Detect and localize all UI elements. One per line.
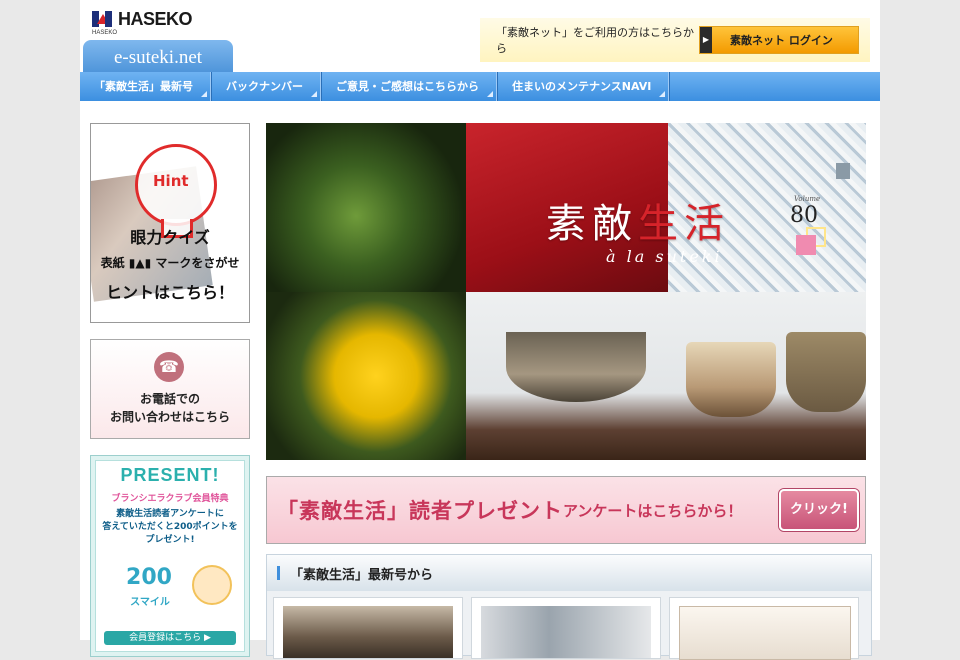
photo-bowls bbox=[466, 292, 866, 460]
present-body-2: 答えていただくと200ポイントを bbox=[102, 522, 238, 532]
photo-plant bbox=[266, 123, 466, 292]
click-button[interactable]: クリック! bbox=[779, 489, 859, 531]
reader-present-banner[interactable]: 「素敵生活」読者プレゼント アンケートはこちらから！ クリック! bbox=[266, 476, 866, 544]
hero-volume-label: Volume bbox=[794, 195, 821, 203]
present-inner: PRESENT! ブランシエラクラブ会員特典 素敵生活読者アンケートに 答えてい… bbox=[95, 460, 245, 652]
hint-line-1: 眼力クイズ bbox=[130, 228, 210, 247]
haseko-small-mark-icon bbox=[836, 163, 850, 179]
article-card[interactable] bbox=[669, 597, 859, 660]
section-title: 「素敵生活」最新号から bbox=[290, 567, 434, 583]
hint-line-3: ヒントはこちら！ bbox=[105, 283, 234, 302]
phone-contact-banner[interactable]: ☎ お電話での お問い合わせはこちら bbox=[90, 339, 250, 439]
corner-triangle-icon bbox=[659, 91, 666, 97]
login-box: 「素敵ネット」をご利用の方はこちらから ▶ 素敵ネット ログイン bbox=[480, 18, 870, 62]
nav-item-label: 「素敵生活」最新号 bbox=[94, 80, 193, 93]
brand-sub: HASEKO bbox=[92, 30, 118, 36]
present-unit: スマイル bbox=[130, 597, 170, 608]
hint-line-2: 表紙 ▮▲▮ マークをさがせ bbox=[100, 256, 240, 270]
present-body-1: 素敵生活読者アンケートに bbox=[116, 509, 224, 519]
cup-image bbox=[686, 342, 776, 417]
cup-image bbox=[786, 332, 866, 412]
article-thumbnail bbox=[679, 606, 851, 660]
hint-word: Hint bbox=[153, 172, 189, 190]
section-header: 「素敵生活」最新号から bbox=[267, 555, 871, 591]
corner-triangle-icon bbox=[487, 91, 493, 97]
section-bar-icon bbox=[277, 566, 280, 580]
hero-volume: 80 bbox=[790, 203, 818, 228]
nav-item-feedback[interactable]: ご意見・ご感想はこちらから bbox=[322, 72, 498, 101]
present-body: 素敵生活読者アンケートに 答えていただくと200ポイントを プレゼント! bbox=[96, 508, 244, 547]
present-subtitle: ブランシエラクラブ会員特典 bbox=[111, 494, 229, 504]
nav-item-label: ご意見・ご感想はこちらから bbox=[336, 80, 479, 93]
nav-item-backnumber[interactable]: バックナンバー bbox=[212, 72, 322, 101]
register-button[interactable]: 会員登録はこちら ▶ bbox=[104, 631, 236, 645]
decor-square-pink bbox=[796, 235, 816, 255]
bowl-image bbox=[506, 332, 646, 402]
hero-title-a: 素敵 bbox=[546, 201, 638, 247]
hero-title: 素敵生活 bbox=[546, 191, 730, 249]
nav-item-label: 住まいのメンテナンスNAVI bbox=[512, 80, 652, 93]
hint-banner[interactable]: Hint 眼力クイズ 表紙 ▮▲▮ マークをさがせ ヒントはこちら！ bbox=[90, 123, 250, 323]
hero-title-b: 生活 bbox=[638, 201, 730, 247]
article-card[interactable] bbox=[273, 597, 463, 659]
article-cards bbox=[273, 597, 859, 660]
hero-cover: 素敵生活 à la suteki Volume 80 bbox=[266, 123, 866, 460]
nav-item-latest[interactable]: 「素敵生活」最新号 bbox=[80, 72, 212, 101]
latest-issue-section: 「素敵生活」最新号から bbox=[266, 554, 872, 660]
arrow-right-icon: ▶ bbox=[700, 27, 712, 53]
photo-calla-lily bbox=[266, 292, 466, 460]
article-thumbnail bbox=[283, 606, 453, 658]
page: HASEKO HASEKO e-suteki.net 「素敵ネット」をご利用の方… bbox=[80, 0, 880, 660]
article-card[interactable] bbox=[471, 597, 661, 659]
article-thumbnail bbox=[481, 606, 651, 658]
haseko-mark-icon bbox=[92, 8, 114, 30]
main-nav: 「素敵生活」最新号 バックナンバー ご意見・ご感想はこちらから 住まいのメンテナ… bbox=[80, 72, 880, 101]
present-banner-side[interactable]: PRESENT! ブランシエラクラブ会員特典 素敵生活読者アンケートに 答えてい… bbox=[90, 455, 250, 657]
banner-sub-text: アンケートはこちらから！ bbox=[563, 502, 743, 520]
site-tab[interactable]: e-suteki.net bbox=[83, 40, 233, 72]
haseko-logo[interactable]: HASEKO bbox=[92, 8, 193, 30]
present-points: 200 bbox=[126, 565, 172, 590]
corner-triangle-icon bbox=[311, 91, 317, 97]
phone-line-1: お電話での bbox=[139, 392, 200, 406]
character-icon bbox=[192, 565, 232, 605]
corner-triangle-icon bbox=[201, 91, 207, 97]
present-title: PRESENT! bbox=[120, 465, 220, 485]
hero-subtitle: à la suteki bbox=[606, 247, 723, 266]
phone-line-2: お問い合わせはこちら bbox=[109, 410, 230, 424]
login-button[interactable]: ▶ 素敵ネット ログイン bbox=[699, 26, 859, 54]
nav-item-label: バックナンバー bbox=[226, 80, 303, 93]
phone-text: お電話での お問い合わせはこちら bbox=[91, 390, 249, 426]
banner-main-text: 「素敵生活」読者プレゼント bbox=[277, 499, 563, 523]
login-button-label: 素敵ネット ログイン bbox=[730, 34, 833, 47]
brand-name: HASEKO bbox=[118, 9, 193, 29]
present-body-3: プレゼント! bbox=[145, 535, 195, 545]
login-prompt: 「素敵ネット」をご利用の方はこちらから bbox=[496, 26, 694, 55]
nav-item-maintenance[interactable]: 住まいのメンテナンスNAVI bbox=[498, 72, 671, 101]
phone-icon: ☎ bbox=[154, 352, 184, 382]
